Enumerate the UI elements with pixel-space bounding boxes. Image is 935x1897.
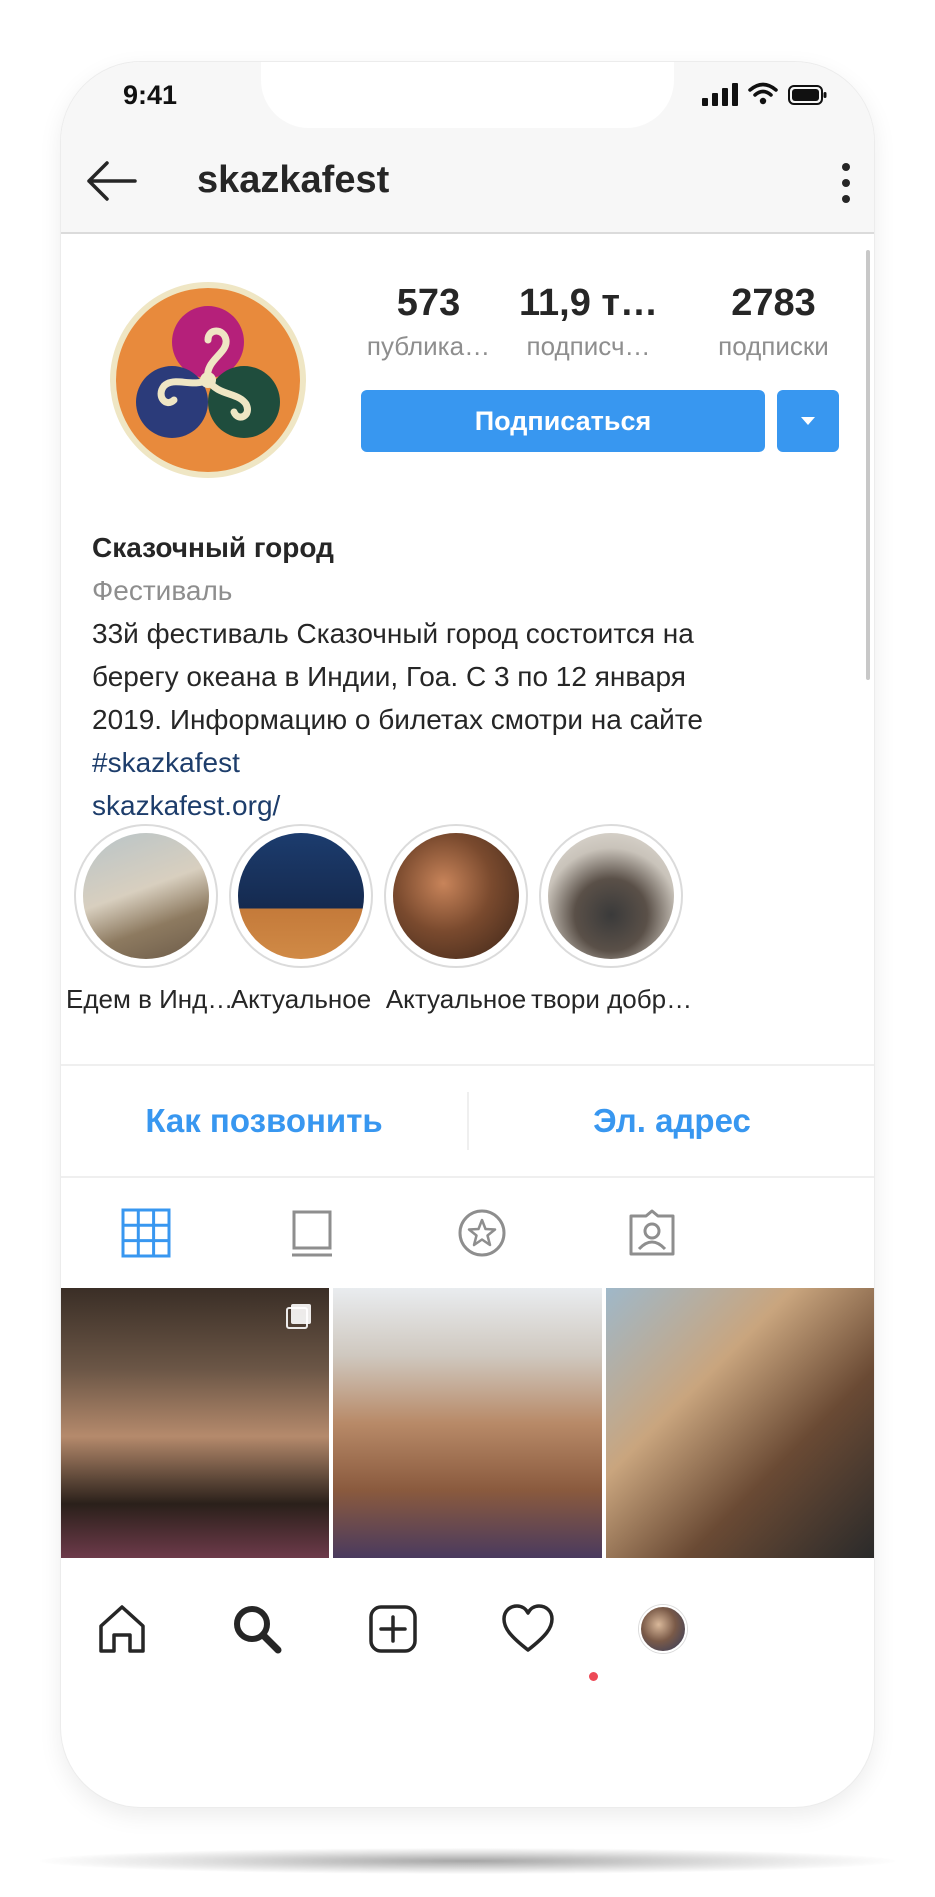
nav-home[interactable] [87,1594,157,1664]
posts-label: публика… [366,331,491,361]
star-icon [458,1209,506,1257]
nav-add[interactable] [358,1594,428,1664]
highlight-item[interactable]: твори добр… [531,824,693,1015]
tab-saved[interactable] [447,1198,517,1268]
heart-icon [502,1604,554,1652]
posts-count: 573 [396,282,461,324]
website-link[interactable]: skazkafest.org/ [92,784,832,827]
highlight-label: твори добр… [531,984,693,1014]
bio-line: 33й фестиваль Сказочный город состоится … [92,618,694,649]
status-time: 9:41 [123,80,178,110]
search-icon [234,1606,282,1654]
highlight-cover [238,833,364,959]
highlight-item[interactable]: Едем в Инд… [66,824,234,1015]
multi-photo-icon [286,1304,312,1329]
posts-grid [61,1288,874,1558]
device-shadow [40,1848,895,1874]
more-options-icon[interactable] [838,160,854,206]
following-stat[interactable]: 2783 подписки [686,282,861,362]
following-count: 2783 [731,282,816,324]
followers-label: подписч… [526,331,651,361]
add-icon [369,1605,417,1653]
bottom-navigation [61,1562,874,1712]
followers-count: 11,9 т… [518,282,659,324]
wifi-icon [748,82,778,105]
profile-bio: Сказочный город Фестиваль 33й фестиваль … [92,526,832,827]
profile-avatar[interactable] [108,280,308,480]
highlight-item[interactable]: Актуальное [376,824,536,1015]
status-bar: 9:41 [61,62,874,132]
back-arrow-icon[interactable] [83,158,139,204]
battery-icon [788,85,827,105]
profile-header: skazkafest [61,132,874,234]
tab-tagged[interactable] [617,1198,687,1268]
follow-button[interactable]: Подписаться [361,390,765,452]
signal-icon [702,82,738,106]
tagged-icon [629,1209,675,1256]
profile-category: Фестиваль [92,575,233,606]
feed-icon [292,1210,332,1257]
email-button[interactable]: Эл. адрес [469,1066,874,1176]
device-notch [261,62,674,128]
highlight-cover [548,833,674,959]
post-thumbnail[interactable] [333,1288,602,1558]
highlight-cover [83,833,209,959]
profile-name: Сказочный город [92,532,334,563]
profile-avatar-icon [639,1605,687,1653]
festival-logo [110,282,306,478]
posts-stat[interactable]: 573 публика… [361,282,496,362]
bio-hashtag-link[interactable]: #skazkafest [92,741,832,784]
triangle-down-icon [801,417,815,425]
nav-activity[interactable] [493,1594,563,1664]
following-label: подписки [718,331,829,361]
highlight-label: Актуальное [230,984,372,1014]
highlight-item[interactable]: Актуальное [221,824,381,1015]
contact-bar: Как позвонить Эл. адрес [61,1064,874,1178]
tab-grid[interactable] [111,1198,181,1268]
highlight-label: Едем в Инд… [66,984,234,1014]
tab-feed[interactable] [277,1198,347,1268]
highlight-label: Актуальное [385,984,527,1014]
profile-stats: 573 публика… 11,9 т… подписч… 2783 подпи… [361,282,861,362]
profile-username: skazkafest [197,159,390,201]
status-icons [702,82,828,106]
home-icon [99,1605,145,1653]
followers-stat[interactable]: 11,9 т… подписч… [506,282,671,362]
bio-line: берегу океана в Индии, Гоа. С 3 по 12 ян… [92,661,686,692]
post-thumbnail[interactable] [605,1288,874,1558]
nav-profile[interactable] [628,1594,698,1664]
scrollbar[interactable] [866,250,870,680]
suggested-dropdown-button[interactable] [777,390,839,452]
grid-icon [121,1208,171,1258]
call-button[interactable]: Как позвонить [61,1066,467,1176]
story-highlights: Едем в Инд… Актуальное Актуальное твори … [61,824,874,1014]
bio-line: 2019. Информацию о билетах смотри на сай… [92,704,703,735]
profile-tabs [61,1176,874,1286]
phone-frame: 9:41 skazkafest 573 публика… 11,9 т… под… [61,62,874,1807]
highlight-cover [393,833,519,959]
post-thumbnail[interactable] [61,1288,330,1558]
nav-search[interactable] [222,1594,292,1664]
activity-notification-dot [589,1672,598,1681]
